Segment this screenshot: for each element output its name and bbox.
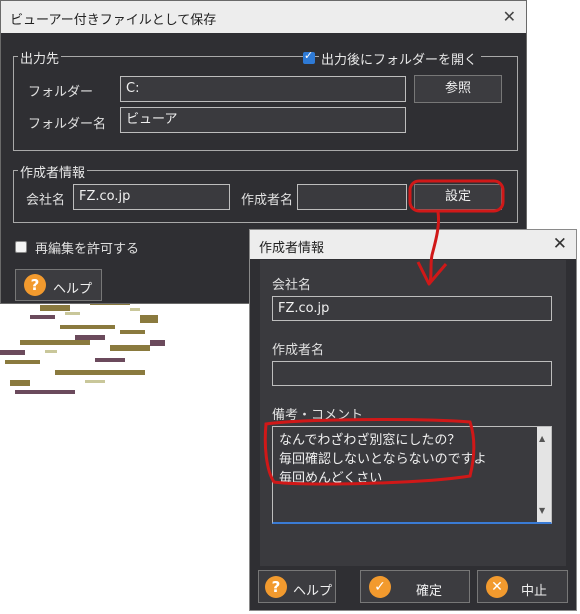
help-icon: ? — [24, 274, 46, 296]
folder-path-input[interactable]: C: — [120, 76, 406, 102]
folder-name-input[interactable]: ビューア — [120, 107, 406, 133]
open-folder-checkbox[interactable] — [303, 49, 315, 64]
help-button[interactable]: ? ヘルプ — [15, 269, 102, 301]
cancel-button[interactable]: ✕ 中止 — [477, 570, 568, 603]
author-dialog-body: 会社名 FZ.co.jp 作成者名 備考・コメント なんでわざわざ別窓にしたの？… — [260, 260, 566, 566]
author-dialog-close-icon[interactable]: ✕ — [553, 234, 567, 254]
allow-edit-label: 再編集を許可する — [35, 242, 140, 257]
folder-label: フォルダー — [28, 85, 94, 100]
scroll-up-icon[interactable]: ▲ — [539, 429, 545, 448]
cancel-x-icon: ✕ — [486, 576, 508, 598]
author-dialog-title-bar: 作成者情報 ✕ — [250, 230, 576, 259]
folder-name-label: フォルダー名 — [28, 117, 107, 132]
author-info-dialog: 作成者情報 ✕ 会社名 FZ.co.jp 作成者名 備考・コメント なんでわざわ… — [249, 229, 577, 611]
dlg-company-input[interactable]: FZ.co.jp — [272, 296, 552, 321]
dlg-help-button[interactable]: ? ヘルプ — [258, 570, 336, 603]
comment-textarea[interactable]: なんでわざわざ別窓にしたの？ 毎回確認しないとならないのですよ 毎回めんどくさい… — [272, 426, 552, 524]
close-icon[interactable]: ✕ — [503, 7, 516, 26]
output-legend: 出力先 — [18, 48, 62, 67]
comment-scrollbar[interactable]: ▲ ▼ — [537, 427, 551, 522]
author-legend: 作成者情報 — [18, 162, 88, 181]
background-3d-model — [0, 300, 165, 394]
cancel-label: 中止 — [521, 584, 548, 599]
help-button-label: ヘルプ — [53, 282, 93, 297]
comment-label: 備考・コメント — [272, 408, 364, 423]
dlg-company-label: 会社名 — [272, 278, 312, 293]
allow-edit-checkbox[interactable] — [15, 241, 27, 253]
comment-line: なんでわざわざ別窓にしたの？ — [279, 433, 461, 448]
checkmark-icon: ✓ — [369, 576, 391, 598]
open-folder-label: 出力後にフォルダーを開く — [319, 49, 482, 68]
author-name-label: 作成者名 — [241, 193, 294, 208]
output-groupbox — [13, 56, 518, 151]
author-dialog-title: 作成者情報 — [259, 241, 325, 256]
comment-line: 毎回めんどくさい — [279, 471, 383, 486]
help-icon: ? — [265, 576, 287, 598]
dlg-help-label: ヘルプ — [293, 584, 333, 599]
confirm-button[interactable]: ✓ 確定 — [360, 570, 470, 603]
title-bar: ビューアー付きファイルとして保存 ✕ — [1, 1, 526, 33]
dlg-author-input[interactable] — [272, 361, 552, 386]
browse-button[interactable]: 参照 — [414, 75, 502, 103]
company-label: 会社名 — [26, 193, 66, 208]
dlg-author-label: 作成者名 — [272, 343, 325, 358]
comment-line: 毎回確認しないとならないのですよ — [279, 452, 487, 467]
company-input[interactable]: FZ.co.jp — [73, 184, 230, 210]
dialog-title: ビューアー付きファイルとして保存 — [10, 13, 217, 28]
settings-button[interactable]: 設定 — [414, 184, 502, 210]
confirm-label: 確定 — [416, 584, 443, 599]
author-name-input[interactable] — [297, 184, 407, 210]
scroll-down-icon[interactable]: ▼ — [539, 501, 545, 520]
